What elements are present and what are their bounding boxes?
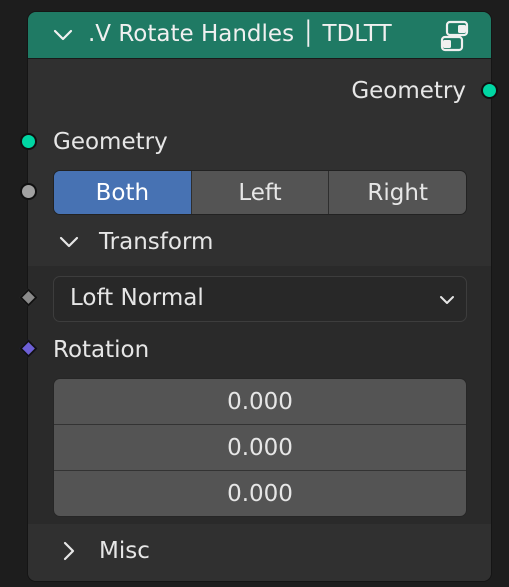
collapse-chevron-icon[interactable] [52, 24, 74, 46]
node-title: .V Rotate Handles │ TDLTT [88, 21, 392, 47]
output-geometry-label: Geometry [351, 78, 466, 104]
rotation-y-field[interactable]: 0.000 [54, 425, 466, 471]
misc-panel-label[interactable]: Misc [99, 538, 150, 564]
mode-selector[interactable]: Both Left Right [53, 170, 467, 215]
transform-panel-label[interactable]: Transform [99, 229, 213, 255]
mode-right-button[interactable]: Right [329, 171, 466, 214]
mode-socket[interactable] [20, 183, 37, 200]
misc-chevron-right-icon[interactable] [58, 540, 80, 562]
rotation-x-field[interactable]: 0.000 [54, 379, 466, 425]
input-geometry-label: Geometry [53, 129, 168, 155]
node-rotate-handles[interactable]: .V Rotate Handles │ TDLTT Geometry Geome… [27, 11, 492, 582]
rotation-vector[interactable]: 0.000 0.000 0.000 [53, 378, 467, 517]
input-geometry-socket[interactable] [20, 133, 37, 150]
rotation-z-field[interactable]: 0.000 [54, 471, 466, 516]
mode-both-button[interactable]: Both [54, 171, 192, 214]
loft-normal-dropdown[interactable]: Loft Normal [53, 276, 467, 322]
dropdown-value: Loft Normal [70, 285, 204, 311]
misc-panel-area [28, 524, 491, 581]
chevron-down-icon [440, 296, 454, 304]
mode-left-button[interactable]: Left [192, 171, 330, 214]
node-group-icon[interactable] [438, 20, 472, 52]
transform-chevron-down-icon[interactable] [58, 231, 80, 253]
node-header[interactable]: .V Rotate Handles │ TDLTT [28, 12, 491, 59]
rotation-label: Rotation [53, 337, 150, 363]
output-geometry-socket[interactable] [481, 82, 498, 99]
